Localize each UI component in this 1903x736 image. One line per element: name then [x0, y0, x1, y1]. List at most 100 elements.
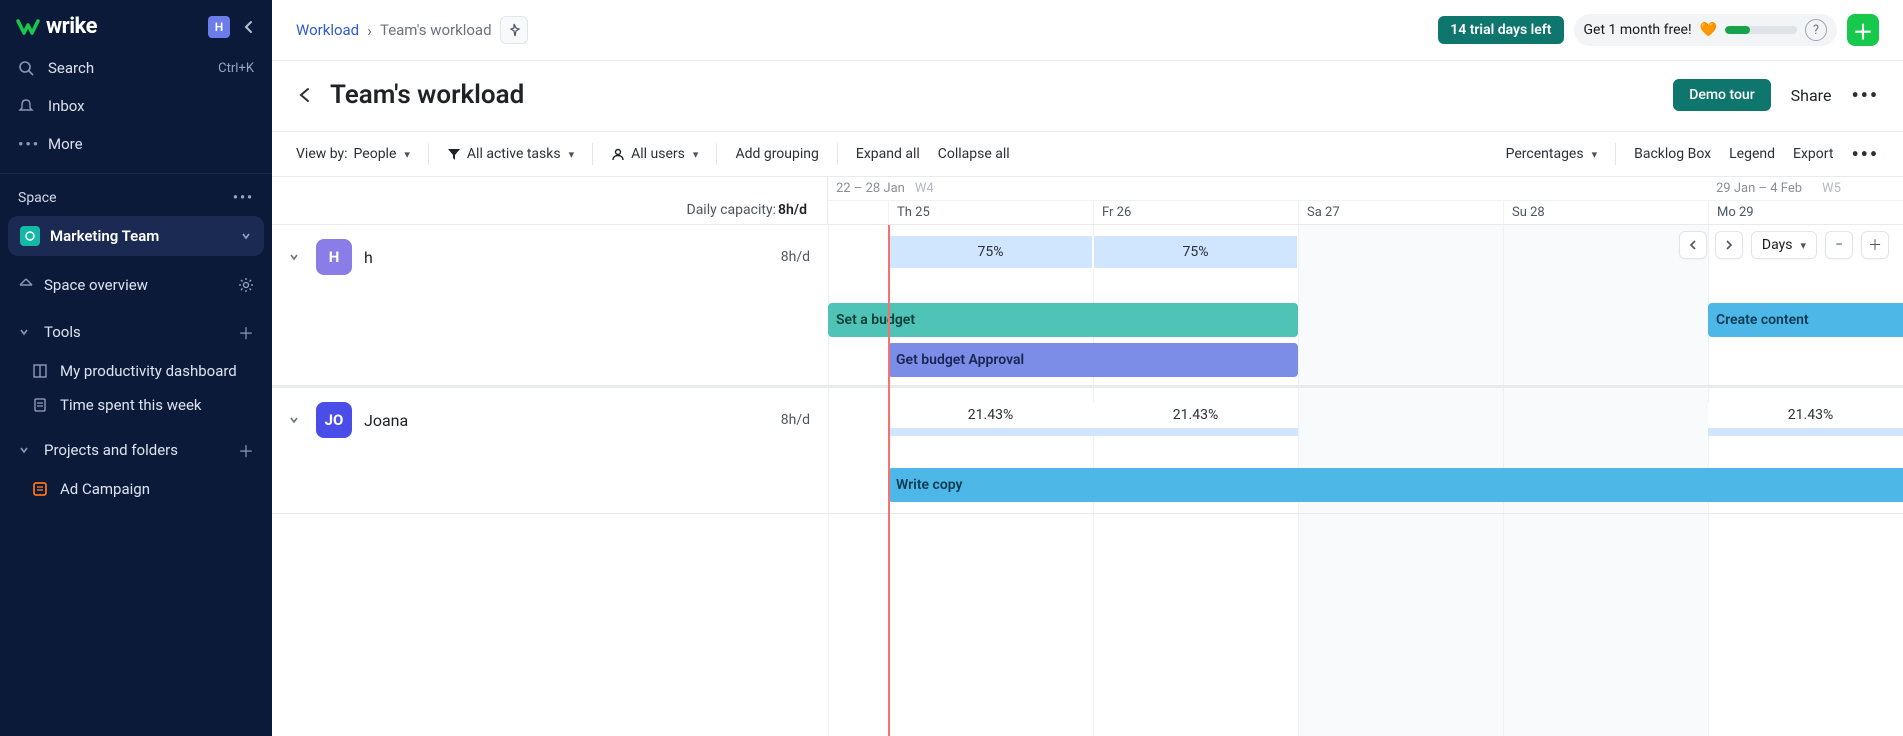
topbar: Workload › Team's workload 14 trial days… [272, 0, 1903, 61]
next-period-button[interactable] [1715, 231, 1743, 259]
more-actions-icon[interactable]: ••• [1851, 83, 1879, 107]
month-free-text: Get 1 month free! [1584, 22, 1692, 38]
collapse-all-button[interactable]: Collapse all [938, 142, 1010, 166]
progress-bar [1725, 26, 1797, 34]
nav-inbox[interactable]: Inbox [0, 87, 272, 125]
export-button[interactable]: Export [1793, 142, 1833, 166]
export-label: Export [1793, 146, 1833, 162]
demo-tour-button[interactable]: Demo tour [1673, 79, 1770, 111]
workload-thinbar [888, 428, 1298, 436]
zoom-in-button[interactable]: ＋ [1861, 231, 1889, 259]
user-icon [611, 147, 625, 161]
share-button[interactable]: Share [1791, 86, 1832, 105]
filter-selector[interactable]: All active tasks ▾ [447, 142, 574, 166]
task-budget-approval[interactable]: Get budget Approval [888, 343, 1298, 377]
daily-capacity: Daily capacity: 8h/d [272, 177, 828, 224]
person-row-joana: JO Joana 8h/d 21.43% 21.43% 21.43% W [272, 388, 1903, 514]
zoom-out-button[interactable]: − [1825, 231, 1853, 259]
percentages-selector[interactable]: Percentages ▾ [1506, 142, 1598, 166]
nav-more[interactable]: ••• More [0, 125, 272, 163]
project-icon [32, 481, 50, 497]
brand-text: wrike [46, 14, 97, 39]
day-fr26: Fr 26 [1093, 201, 1298, 224]
workload-cell[interactable]: 75% [888, 235, 1093, 269]
timeline-body: Days▾ − ＋ H h 8h/d 75% 75% [272, 225, 1903, 736]
task-write-copy[interactable]: Write copy [888, 468, 1903, 502]
workload-cell[interactable]: 21.43% [888, 402, 1093, 428]
timeline-controls: Days▾ − ＋ [1679, 231, 1889, 259]
help-icon[interactable]: ? [1805, 19, 1827, 41]
legend-label: Legend [1729, 146, 1775, 162]
avatar: H [316, 239, 352, 275]
expand-all-button[interactable]: Expand all [856, 142, 920, 166]
viewby-selector[interactable]: View by: People ▾ [296, 142, 410, 166]
person-name: h [364, 248, 373, 267]
nav-tool-dashboard[interactable]: My productivity dashboard [0, 354, 272, 388]
nav-tool-time[interactable]: Time spent this week [0, 388, 272, 422]
logo[interactable]: wrike [16, 14, 97, 39]
chevron-down-icon: ▾ [569, 148, 575, 161]
nav-search-kbd: Ctrl+K [218, 61, 254, 76]
collapse-all-label: Collapse all [938, 146, 1010, 162]
dots-icon: ••• [18, 135, 36, 153]
month-free-banner[interactable]: Get 1 month free! 🧡 ? [1574, 14, 1838, 46]
nav-projects[interactable]: Projects and folders ＋ [0, 428, 272, 472]
bell-icon [18, 98, 36, 114]
back-button[interactable] [296, 86, 314, 104]
week2-range: 29 Jan – 4 Feb [1716, 181, 1802, 196]
pin-button[interactable] [500, 16, 528, 44]
collapse-sidebar-icon[interactable] [242, 20, 256, 34]
users-selector[interactable]: All users ▾ [611, 142, 698, 166]
filter-label: All active tasks [467, 146, 561, 162]
filter-icon [447, 147, 461, 161]
add-button[interactable]: ＋ [1847, 14, 1879, 46]
nav-search[interactable]: Search Ctrl+K [0, 49, 272, 87]
workload-cell[interactable]: 21.43% [1708, 402, 1903, 428]
gear-icon[interactable] [238, 277, 254, 293]
space-selector[interactable]: Marketing Team [8, 216, 264, 256]
chevron-down-icon: ▾ [1592, 148, 1598, 161]
nav-space-overview[interactable]: Space overview [0, 266, 272, 304]
task-label: Set a budget [836, 312, 915, 328]
collapse-person-icon[interactable] [288, 251, 302, 263]
add-grouping-label: Add grouping [735, 146, 818, 162]
workload-cell[interactable]: 21.43% [1093, 402, 1298, 428]
person-daily: 8h/d [781, 412, 810, 428]
workload-cell[interactable]: 75% [1093, 235, 1298, 269]
legend-button[interactable]: Legend [1729, 142, 1775, 166]
viewby-value: People [354, 146, 397, 162]
person-daily: 8h/d [781, 249, 810, 265]
backlog-box-button[interactable]: Backlog Box [1634, 142, 1711, 166]
space-header-text: Space [18, 190, 57, 206]
collapse-person-icon[interactable] [288, 414, 302, 426]
task-set-budget[interactable]: Set a budget [828, 303, 1298, 337]
nav-tools[interactable]: Tools ＋ [0, 310, 272, 354]
chevron-down-icon [240, 230, 252, 242]
task-create-content[interactable]: Create content [1708, 303, 1903, 337]
person-name: Joana [364, 411, 408, 430]
task-label: Write copy [896, 477, 963, 493]
wrike-logo-icon [16, 17, 40, 37]
day-sa27: Sa 27 [1298, 201, 1503, 224]
chevron-down-icon: ▾ [404, 148, 410, 161]
page-header: Team's workload Demo tour Share ••• [272, 61, 1903, 132]
prev-period-button[interactable] [1679, 231, 1707, 259]
plus-icon[interactable]: ＋ [238, 320, 254, 344]
nav-tools-label: Tools [44, 323, 81, 341]
week1-num: W4 [915, 181, 934, 196]
trial-badge[interactable]: 14 trial days left [1438, 16, 1563, 44]
toolbar-more-icon[interactable]: ••• [1851, 142, 1879, 166]
nav-project-adcampaign[interactable]: Ad Campaign [0, 472, 272, 506]
nav-project-label: Ad Campaign [60, 480, 150, 498]
add-grouping-button[interactable]: Add grouping [735, 142, 818, 166]
user-avatar[interactable]: H [208, 16, 230, 38]
nav-more-label: More [48, 135, 83, 153]
space-actions-icon[interactable]: ••• [233, 190, 254, 206]
plus-icon[interactable]: ＋ [238, 438, 254, 462]
zoom-selector[interactable]: Days▾ [1751, 231, 1817, 259]
nav-search-label: Search [48, 59, 94, 77]
space-name: Marketing Team [50, 227, 159, 245]
timeline: Daily capacity: 8h/d 22 – 28 Jan W4 29 J… [272, 177, 1903, 736]
viewby-label: View by: [296, 146, 348, 162]
breadcrumb-root[interactable]: Workload [296, 21, 359, 39]
